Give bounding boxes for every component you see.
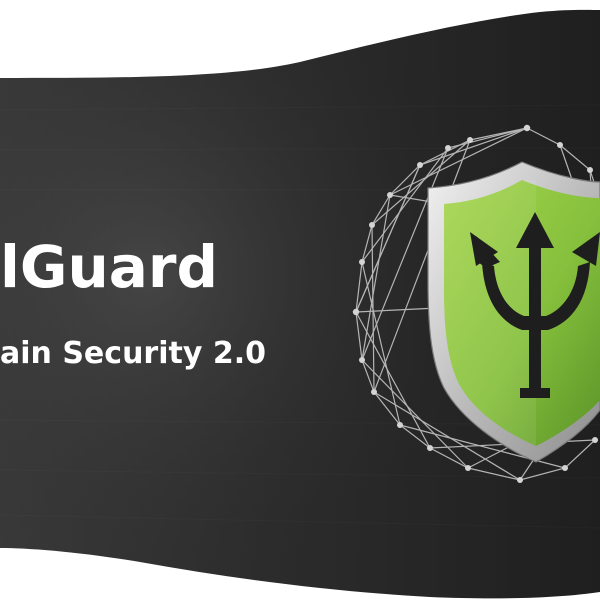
product-title: lGuard bbox=[0, 233, 219, 301]
product-tagline: ain Security 2.0 bbox=[0, 336, 266, 371]
trident-shield-icon bbox=[352, 124, 600, 483]
hero-banner: lGuard ain Security 2.0 bbox=[0, 0, 600, 600]
